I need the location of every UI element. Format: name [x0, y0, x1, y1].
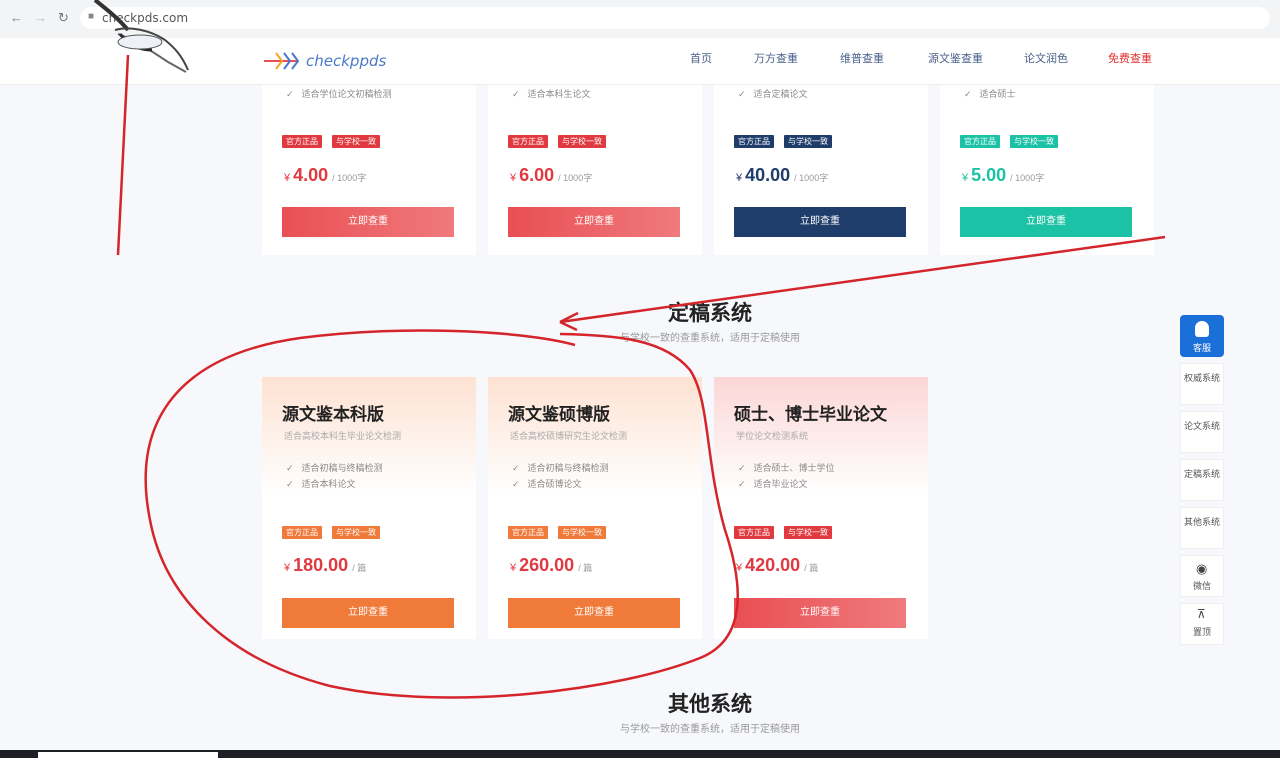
annotation-overlay [93, 0, 1166, 699]
annotation-vertical-line [116, 54, 130, 256]
annotation-arrow-line [559, 235, 1166, 324]
annotation-circle [144, 329, 740, 699]
seagull-drawing [93, 0, 189, 73]
